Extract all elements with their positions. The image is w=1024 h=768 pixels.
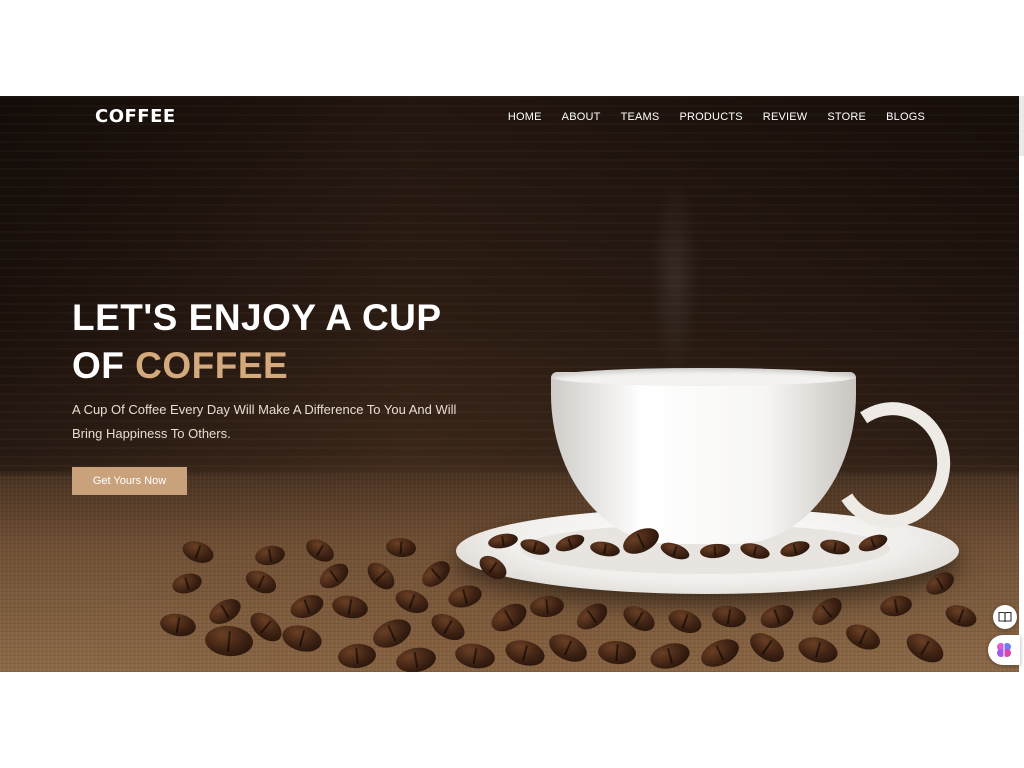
hero-subtitle: A Cup Of Coffee Every Day Will Make A Di… <box>72 402 457 441</box>
hero-title-accent: COFFEE <box>135 345 289 386</box>
cup-rim <box>551 368 856 386</box>
nav-home[interactable]: HOME <box>508 111 542 123</box>
brain-icon <box>997 643 1011 657</box>
book-icon <box>998 611 1012 623</box>
site-logo[interactable]: COFFEE <box>95 106 176 127</box>
nav-teams[interactable]: TEAMS <box>621 111 660 123</box>
nav-blogs[interactable]: BLOGS <box>886 111 925 123</box>
hero-section: COFFEE HOME ABOUT TEAMS PRODUCTS REVIEW … <box>0 96 1019 672</box>
assistant-button[interactable] <box>988 635 1020 665</box>
get-yours-now-button[interactable]: Get Yours Now <box>72 467 187 495</box>
nav-store[interactable]: STORE <box>827 111 866 123</box>
nav-review[interactable]: REVIEW <box>763 111 808 123</box>
reader-mode-button[interactable] <box>993 605 1017 629</box>
main-nav: HOME ABOUT TEAMS PRODUCTS REVIEW STORE B… <box>508 111 925 123</box>
hero-title-line1: LET'S ENJOY A CUP <box>72 297 442 338</box>
scrollbar[interactable] <box>1019 96 1024 156</box>
hero-title: LET'S ENJOY A CUP OF COFFEE <box>72 294 442 390</box>
nav-products[interactable]: PRODUCTS <box>679 111 742 123</box>
nav-about[interactable]: ABOUT <box>562 111 601 123</box>
hero-title-prefix: OF <box>72 345 136 386</box>
